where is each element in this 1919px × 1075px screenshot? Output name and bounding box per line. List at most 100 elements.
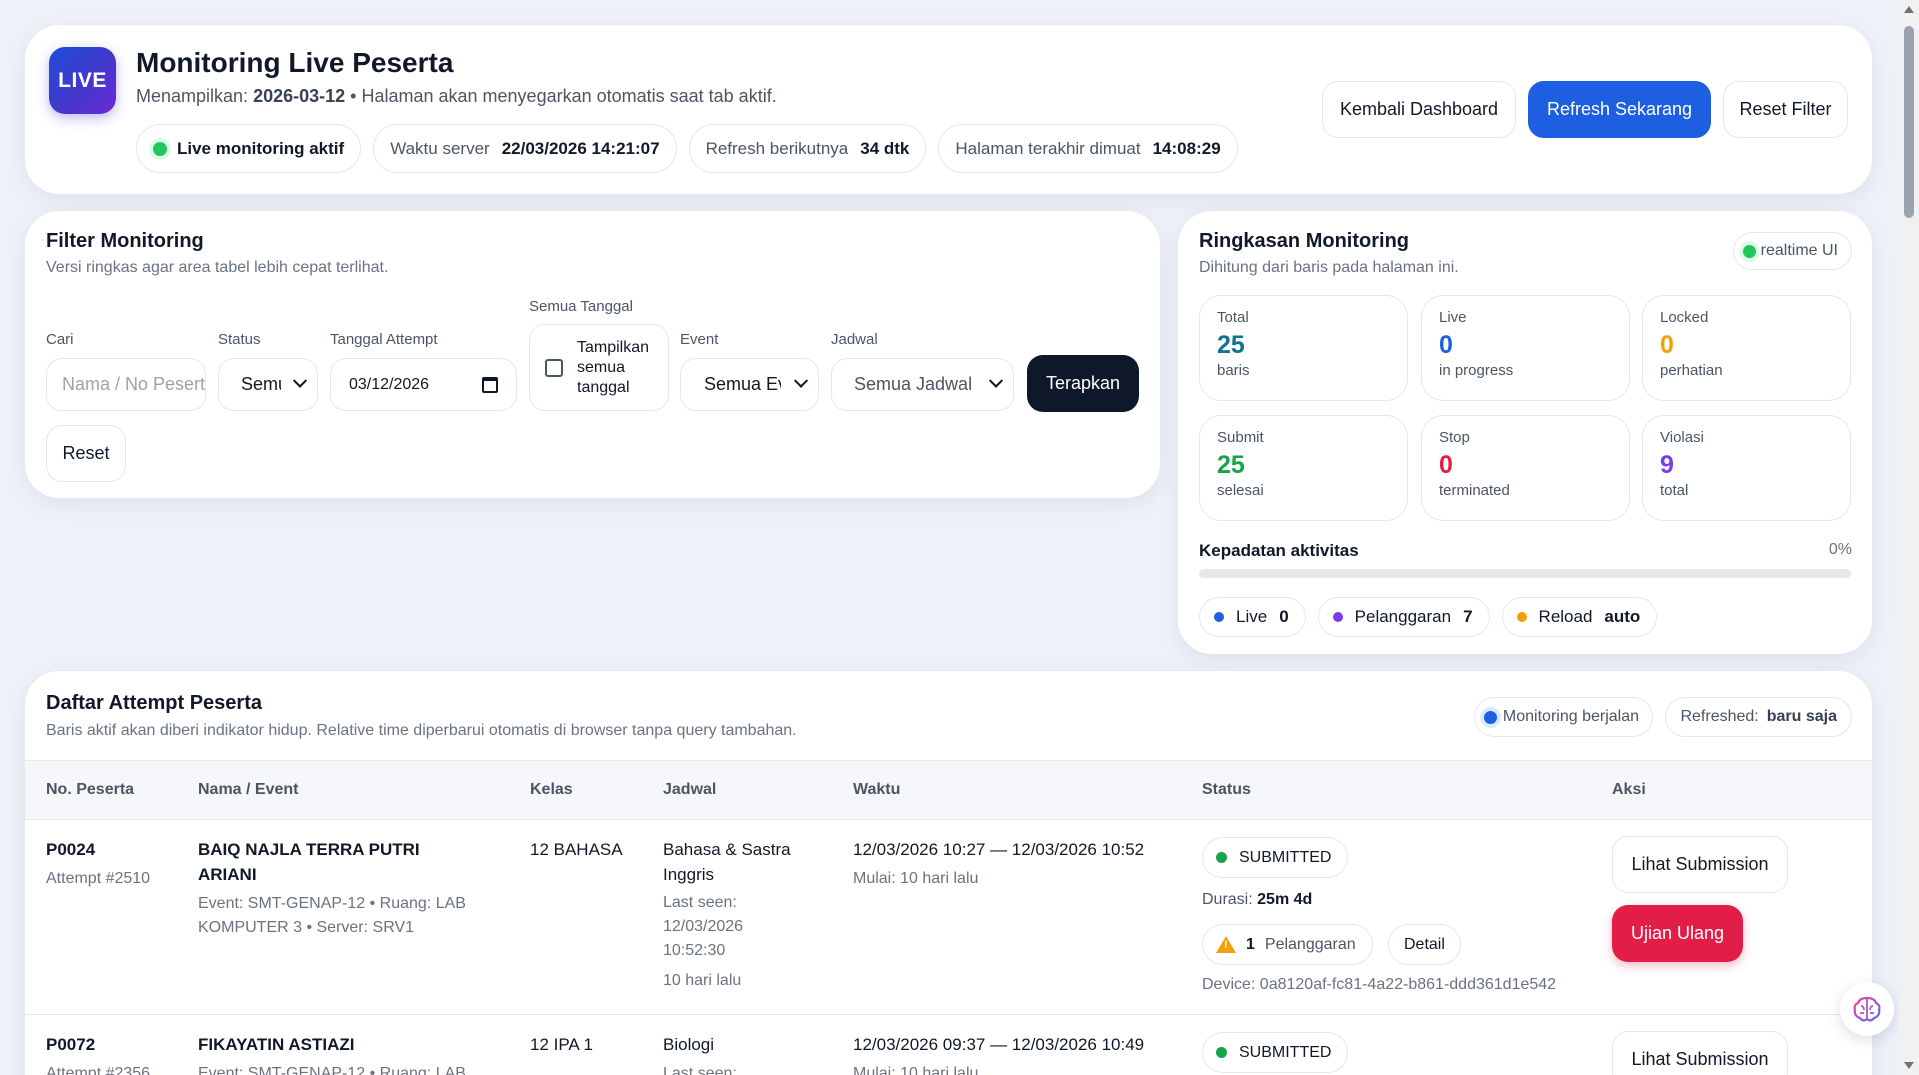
retake-exam-button[interactable]: Ujian Ulang xyxy=(1612,905,1743,962)
participant-name: BAIQ NAJLA TERRA PUTRI xyxy=(198,840,420,859)
status-badge: SUBMITTED xyxy=(1202,1032,1349,1073)
stat-value: 0 xyxy=(1439,331,1453,359)
brain-icon xyxy=(1853,996,1881,1022)
legend-dot-icon xyxy=(1516,612,1527,622)
search-placeholder: Nama / No Peserta xyxy=(62,374,206,394)
schedule-select-value: Semua Jadwal xyxy=(854,374,973,394)
stat-label: Locked xyxy=(1660,309,1709,326)
refresh-now-button[interactable]: Refresh Sekarang xyxy=(1528,81,1711,138)
refreshed-label: Refreshed: xyxy=(1680,708,1759,725)
stat-value: 25 xyxy=(1217,451,1245,479)
stat-label: Live xyxy=(1439,309,1467,326)
stat-unit: perhatian xyxy=(1660,362,1723,379)
subtitle-prefix: Menampilkan: xyxy=(136,86,249,106)
attempt-time-range: 12/03/2026 09:37 — 12/03/2026 10:49 xyxy=(853,1035,1145,1054)
status-select-value: Semua Status xyxy=(241,374,281,394)
attempt-table-card: Daftar Attempt Peserta Baris aktif akan … xyxy=(25,671,1872,1075)
legend-label: Live xyxy=(1236,607,1268,626)
header-actions: Kembali Dashboard Refresh Sekarang Reset… xyxy=(1322,81,1848,138)
checkbox-icon[interactable] xyxy=(545,358,563,377)
view-submission-button[interactable]: Lihat Submission xyxy=(1612,836,1788,893)
duration: Durasi: 25m 4d xyxy=(1202,888,1312,912)
date-input[interactable]: 03/12/2026 xyxy=(330,358,517,411)
status-select[interactable]: Semua Status xyxy=(218,358,318,411)
status-text: SUBMITTED xyxy=(1239,848,1332,866)
participant-name: FIKAYATIN ASTIAZI xyxy=(198,1035,355,1054)
server-time-label: Waktu server xyxy=(390,138,490,158)
summary-card: Ringkasan Monitoring Dihitung dari baris… xyxy=(1178,211,1872,654)
filter-title: Filter Monitoring xyxy=(46,230,204,252)
next-refresh-pill: Refresh berikutnya 34 dtk xyxy=(688,124,927,173)
reset-filter-button[interactable]: Reset Filter xyxy=(1723,81,1848,138)
column-header: Nama / Event xyxy=(198,781,299,798)
duration-value: 25m 4d xyxy=(1257,891,1313,908)
violation-label: Pelanggaran xyxy=(1264,935,1356,953)
event-info: Event: SMT-GENAP-12 • Ruang: LAB xyxy=(198,895,466,912)
stat-live: Live 0 in progress xyxy=(1421,295,1630,401)
realtime-badge: realtime UI xyxy=(1732,232,1852,270)
legend-live: Live 0 xyxy=(1199,597,1306,637)
scroll-thumb[interactable] xyxy=(1904,26,1914,218)
last-loaded-pill: Halaman terakhir dimuat 14:08:29 xyxy=(938,124,1238,173)
table-header: No. Peserta Nama / Event Kelas Jadwal Wa… xyxy=(25,760,1872,820)
live-status-pill: Live monitoring aktif xyxy=(136,124,362,173)
last-loaded-label: Halaman terakhir dimuat xyxy=(955,138,1141,158)
stat-total: Total 25 baris xyxy=(1199,295,1408,401)
attempt-time-range: 12/03/2026 10:27 — 12/03/2026 10:52 xyxy=(853,840,1145,859)
column-header: Waktu xyxy=(853,781,901,798)
ai-assistant-button[interactable] xyxy=(1840,982,1894,1036)
reset-button[interactable]: Reset xyxy=(46,425,126,482)
table-subtitle: Baris aktif akan diberi indikator hidup.… xyxy=(46,722,797,739)
table-title: Daftar Attempt Peserta xyxy=(46,692,262,714)
next-refresh-value: 34 dtk xyxy=(860,138,910,158)
violation-badge[interactable]: 1 Pelanggaran xyxy=(1202,924,1373,965)
all-dates-checkbox-label: Tampilkan semua tanggal xyxy=(577,338,650,396)
event-select[interactable]: Semua Event xyxy=(680,358,819,411)
last-seen-relative: 10 hari lalu xyxy=(663,972,742,989)
chevron-down-icon xyxy=(292,373,308,388)
calendar-icon xyxy=(482,376,498,393)
last-seen-label: Last seen: xyxy=(663,1065,737,1075)
event-label: Event xyxy=(680,331,719,348)
next-refresh-label: Refresh berikutnya xyxy=(705,138,849,158)
status-text: SUBMITTED xyxy=(1239,1043,1332,1061)
status-label: Status xyxy=(218,331,261,348)
filter-card: Filter Monitoring Versi ringkas agar are… xyxy=(25,211,1160,498)
status-dot-icon xyxy=(1216,852,1227,863)
scroll-down-icon[interactable] xyxy=(1904,1062,1914,1069)
stat-value: 25 xyxy=(1217,331,1245,359)
legend-value: auto xyxy=(1604,607,1641,626)
view-submission-button[interactable]: Lihat Submission xyxy=(1612,1031,1788,1075)
last-seen-label: Last seen: xyxy=(663,894,737,911)
stat-submit: Submit 25 selesai xyxy=(1199,415,1408,521)
violation-detail-button[interactable]: Detail xyxy=(1388,924,1461,965)
schedule-name: Biologi xyxy=(663,1035,715,1054)
scroll-up-icon[interactable] xyxy=(1904,6,1914,13)
attempt-id: Attempt #2510 xyxy=(46,870,151,887)
subtitle-date: 2026-03-12 xyxy=(253,86,346,106)
participant-no: P0072 xyxy=(46,1035,96,1054)
summary-title: Ringkasan Monitoring xyxy=(1199,230,1409,252)
search-input[interactable]: Nama / No Peserta xyxy=(46,358,206,411)
class-name: 12 BAHASA xyxy=(530,840,623,859)
legend-label: Reload xyxy=(1538,607,1593,626)
event-select-value: Semua Event xyxy=(704,374,781,394)
event-info-cont: KOMPUTER 3 • Server: SRV1 xyxy=(198,919,415,936)
monitoring-dot-icon xyxy=(1483,710,1497,724)
page-scrollbar[interactable] xyxy=(1899,0,1919,1075)
back-dashboard-button[interactable]: Kembali Dashboard xyxy=(1322,81,1516,138)
all-dates-checkbox[interactable]: Tampilkan semua tanggal xyxy=(529,324,669,411)
device-id: Device: 0a8120af-fc81-4a22-b861-ddd361d1… xyxy=(1202,976,1557,993)
stat-value: 0 xyxy=(1439,451,1453,479)
live-logo: LIVE xyxy=(49,47,116,114)
apply-filter-button[interactable]: Terapkan xyxy=(1027,355,1139,412)
realtime-dot-icon xyxy=(1742,244,1756,258)
schedule-select[interactable]: Semua Jadwal xyxy=(831,358,1014,411)
legend-dot-icon xyxy=(1332,612,1343,622)
stat-value: 0 xyxy=(1660,331,1674,359)
stat-unit: baris xyxy=(1217,362,1250,379)
row-divider xyxy=(25,1014,1872,1015)
column-header: Status xyxy=(1202,781,1251,798)
legend-label: Pelanggaran xyxy=(1354,607,1452,626)
page-title: Monitoring Live Peserta xyxy=(136,47,454,78)
